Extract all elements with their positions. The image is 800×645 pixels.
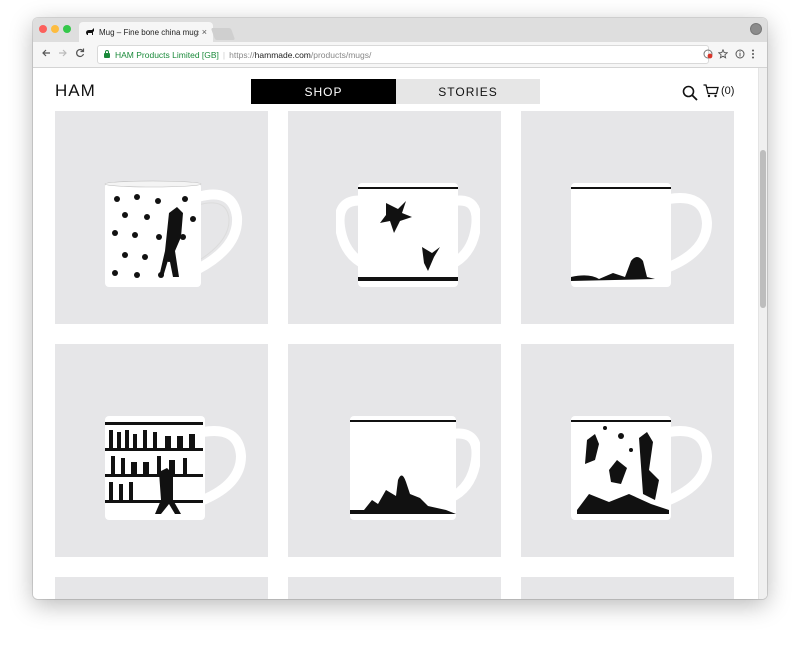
search-icon[interactable] — [682, 85, 698, 101]
new-tab-button[interactable] — [210, 28, 236, 40]
url-scheme: https:// — [229, 49, 255, 60]
product-card[interactable] — [55, 577, 268, 599]
cart-button[interactable]: (0) — [703, 84, 734, 98]
page-viewport: HAM SHOP STORIES (0) — [33, 68, 767, 599]
scrollbar-track[interactable] — [758, 68, 767, 599]
mug-image — [571, 416, 713, 520]
forward-arrow-icon[interactable] — [58, 48, 68, 61]
tab-title: Mug – Fine bone china mugs - — [99, 27, 199, 37]
product-card[interactable] — [521, 344, 734, 557]
mug-image — [350, 416, 480, 520]
cart-icon — [703, 84, 719, 98]
product-card[interactable] — [288, 111, 501, 324]
tab-bar: Mug – Fine bone china mugs - × — [33, 18, 767, 42]
nav-stories-button[interactable]: STORIES — [396, 79, 540, 104]
close-window-button[interactable] — [39, 25, 47, 33]
site-favicon-icon — [85, 27, 95, 37]
browser-toolbar: HAM Products Limited [GB] | https://hamm… — [33, 42, 767, 68]
mug-image — [571, 183, 713, 287]
back-arrow-icon[interactable] — [41, 48, 51, 61]
info-icon[interactable] — [735, 49, 745, 62]
scrollbar-thumb[interactable] — [760, 150, 766, 308]
url-path: /products/mugs/ — [310, 49, 372, 60]
tab-close-icon[interactable]: × — [202, 27, 207, 37]
product-card[interactable] — [55, 111, 268, 324]
mug-image — [336, 183, 480, 287]
lock-icon — [104, 50, 110, 58]
product-card[interactable] — [521, 111, 734, 324]
product-card[interactable] — [288, 344, 501, 557]
browser-tab[interactable]: Mug – Fine bone china mugs - × — [79, 22, 213, 42]
mug-image — [104, 180, 243, 287]
maximize-window-button[interactable] — [63, 25, 71, 33]
cart-count: (0) — [721, 85, 735, 97]
extension-icon[interactable] — [703, 49, 713, 62]
product-card[interactable] — [521, 577, 734, 599]
address-separator: | — [222, 49, 226, 60]
url-host: hammade.com — [254, 49, 311, 60]
bookmark-star-icon[interactable] — [717, 48, 729, 62]
browser-window: Mug – Fine bone china mugs - × HAM Produ… — [33, 18, 767, 599]
mug-image — [105, 416, 247, 520]
address-bar[interactable]: HAM Products Limited [GB] | https://hamm… — [97, 45, 709, 64]
product-card[interactable] — [55, 344, 268, 557]
profile-icon[interactable] — [750, 23, 762, 35]
menu-dots-icon[interactable] — [751, 49, 755, 62]
reload-icon[interactable] — [75, 48, 85, 61]
secure-label: HAM Products Limited [GB] — [115, 49, 219, 60]
product-card[interactable] — [288, 577, 501, 599]
minimize-window-button[interactable] — [51, 25, 59, 33]
site-logo[interactable]: HAM — [55, 81, 96, 101]
nav-shop-button[interactable]: SHOP — [251, 79, 396, 104]
